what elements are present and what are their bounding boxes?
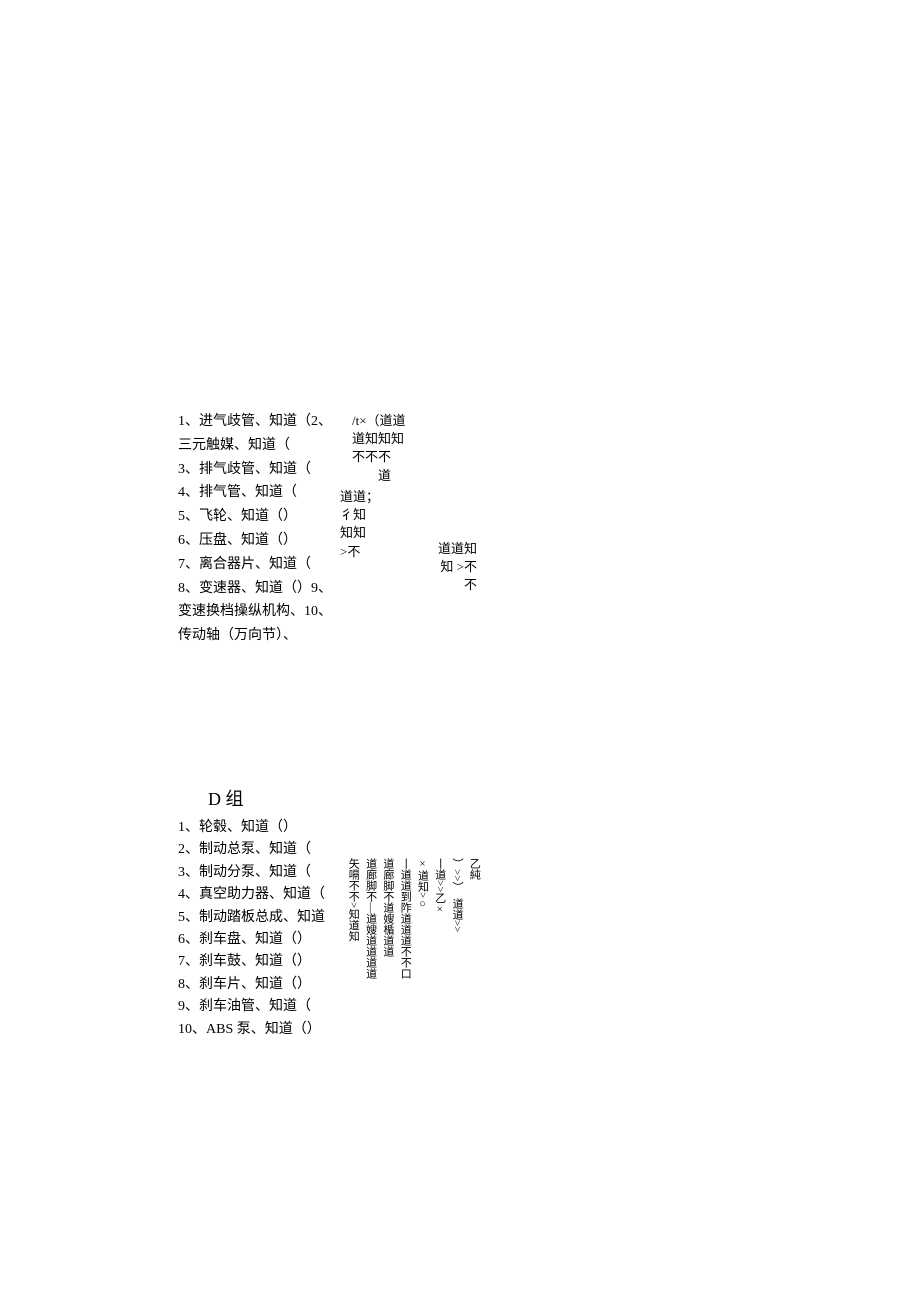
vertical-column: 道廊脚不—道嫂道道道道 xyxy=(363,858,377,979)
list-item: 3、排气歧管、知道（ xyxy=(178,458,518,482)
list-item: 1、轮毂、知道（） xyxy=(178,817,398,839)
scatter-text: 道道知 知 >不 不 xyxy=(438,540,477,595)
scatter-line: 知 >不 xyxy=(438,558,477,576)
scatter-line: 不 xyxy=(438,576,477,594)
list-item: 1、进气歧管、知道（2、 xyxy=(178,410,518,434)
vertical-scatter: 矢嗝不不>知道知 道廊脚不—道嫂道道道道 道廊脚不道嫂楯道道 丨道道到阼道道道不… xyxy=(346,858,481,979)
list-item: 三元触媒、知道（ xyxy=(178,434,518,458)
vertical-column: ×道知>○ xyxy=(415,858,429,910)
list-item: 9、刹车油管、知道（ xyxy=(178,996,398,1018)
scatter-line: 知知 xyxy=(340,524,379,542)
vertical-column: 丨道>>乙× xyxy=(432,858,446,915)
vertical-column: 丨道道到阼道道道不不口 xyxy=(398,858,412,979)
scatter-line: 道 xyxy=(352,467,406,485)
scatter-line: 道道； xyxy=(340,488,379,506)
list-item: 传动轴（万向节）、 xyxy=(178,624,518,648)
scatter-text: 道道； 彳知 知知 >不 xyxy=(340,488,379,561)
scatter-line: >不 xyxy=(340,543,379,561)
scatter-line: 彳知 xyxy=(340,506,379,524)
vertical-column: 矢嗝不不>知道知 xyxy=(346,858,360,941)
list-item: 10、ABS 泵、知道（） xyxy=(178,1019,398,1041)
vertical-column: ）>>） 道道>> xyxy=(450,858,464,932)
section-d-title: D 组 xyxy=(208,785,398,811)
scatter-line: 不不不 xyxy=(352,448,406,466)
list-item: 变速换档操纵机构、10、 xyxy=(178,600,518,624)
scatter-line: 道知知知 xyxy=(352,430,406,448)
scatter-text: /t×（道道 道知知知 不不不 道 xyxy=(352,412,406,485)
vertical-column: 乙純 xyxy=(467,858,481,880)
vertical-column: 道廊脚不道嫂楯道道 xyxy=(381,858,395,957)
scatter-line: 道道知 xyxy=(438,540,477,558)
scatter-line: /t×（道道 xyxy=(352,412,406,430)
